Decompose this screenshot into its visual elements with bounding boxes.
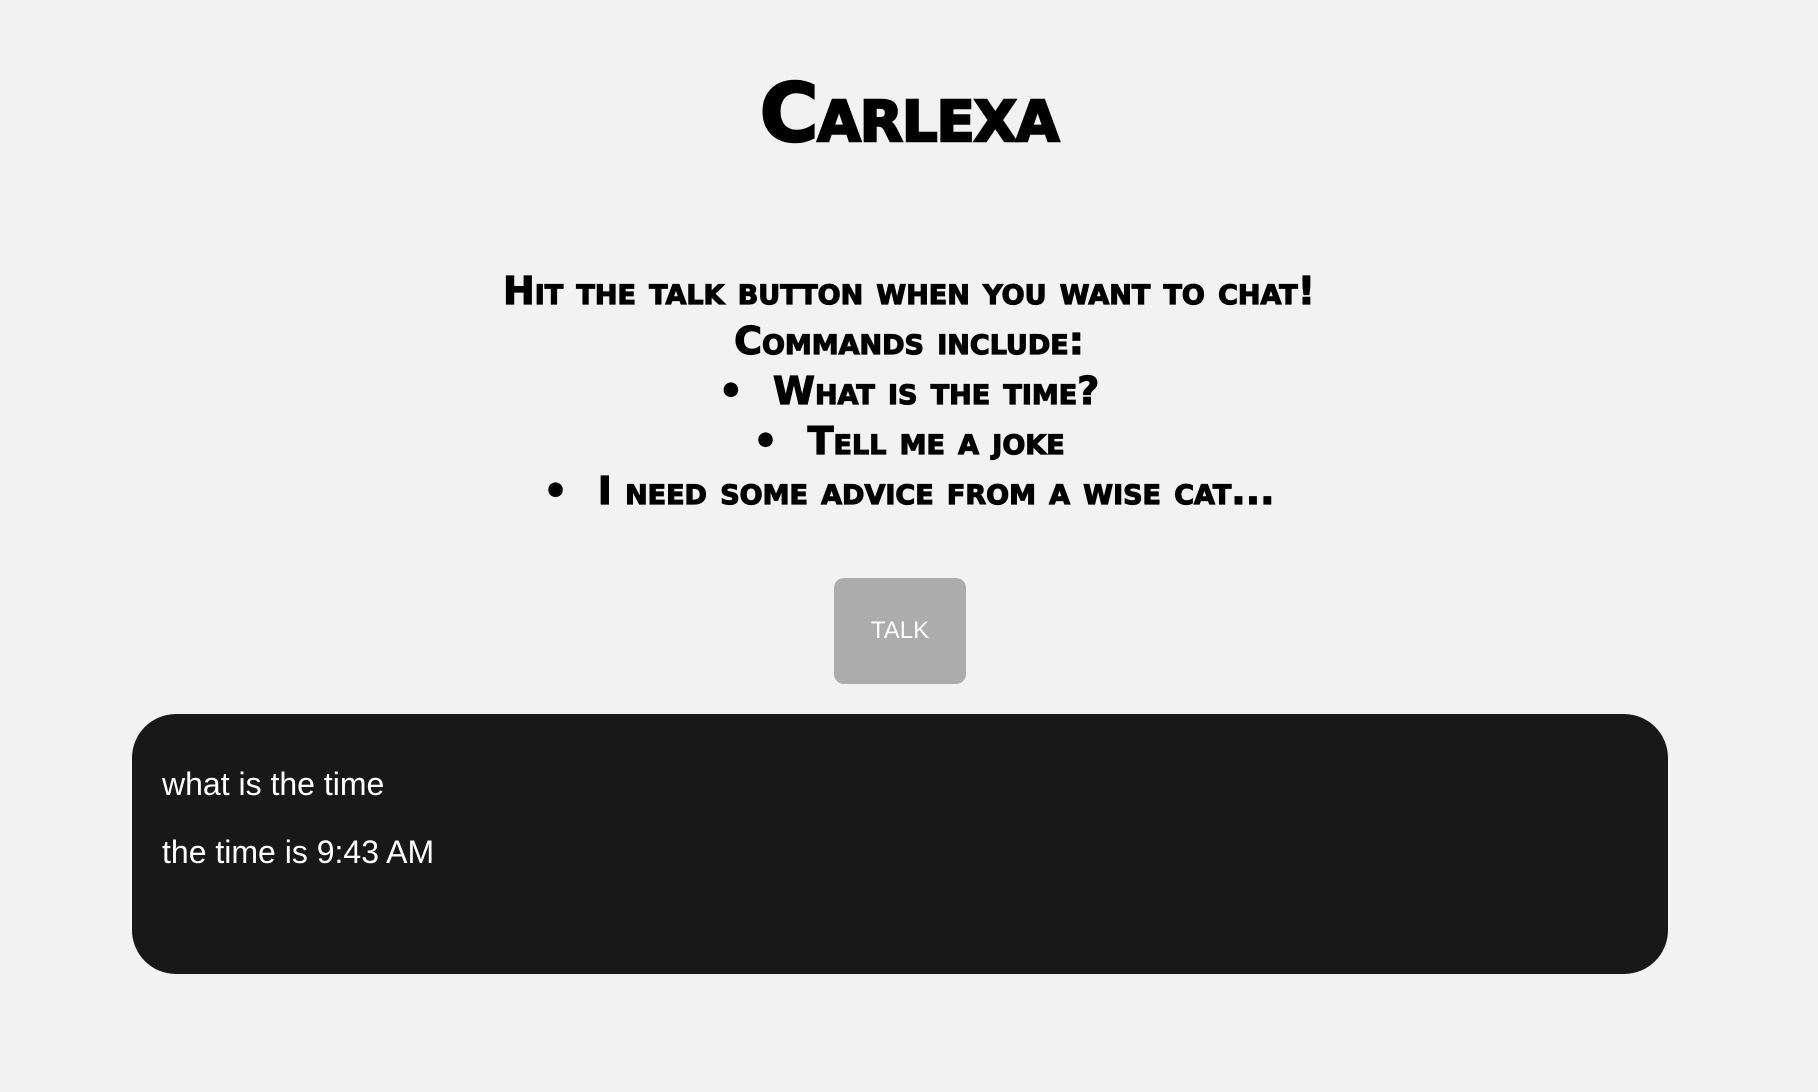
commands-heading: Commands include:: [733, 318, 1084, 363]
command-text: What is the time?: [772, 368, 1100, 413]
bullet-icon: •: [753, 418, 779, 463]
command-item: • Tell me a joke: [0, 416, 1818, 466]
talk-button[interactable]: TALK: [834, 578, 966, 684]
command-text: I need some advice from a wise cat...: [597, 468, 1275, 513]
intro-text: Hit the talk button when you want to cha…: [502, 268, 1316, 313]
instructions: Hit the talk button when you want to cha…: [0, 266, 1818, 516]
assistant-message: the time is 9:43 AM: [162, 834, 435, 870]
command-text: Tell me a joke: [807, 418, 1065, 463]
command-item: • I need some advice from a wise cat...: [0, 466, 1818, 516]
app-title: Carlexa: [758, 66, 1060, 162]
transcript-panel: what is the time the time is 9:43 AM: [132, 714, 1668, 974]
command-item: • What is the time?: [0, 366, 1818, 416]
bullet-icon: •: [543, 468, 569, 513]
bullet-icon: •: [718, 368, 744, 413]
user-message: what is the time: [162, 766, 385, 802]
command-list: • What is the time? • Tell me a joke • I ne…: [0, 366, 1818, 516]
